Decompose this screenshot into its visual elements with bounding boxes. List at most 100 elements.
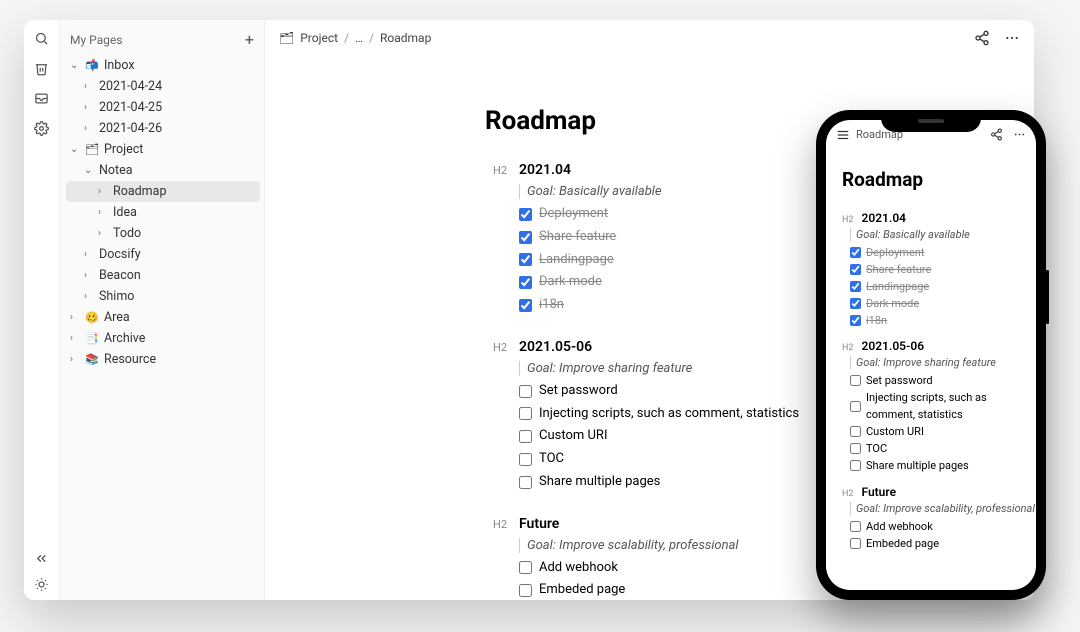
chevron-right-icon[interactable]: ›	[84, 123, 94, 134]
task-checkbox[interactable]	[519, 253, 532, 266]
more-icon[interactable]	[1004, 30, 1020, 46]
sidebar-item[interactable]: › Beacon	[66, 265, 260, 286]
task-checkbox[interactable]	[850, 460, 861, 471]
sidebar-item[interactable]: ›2021-04-24	[66, 76, 260, 97]
task-label: Landingpage	[539, 249, 614, 272]
sidebar-item-label: Beacon	[99, 268, 141, 283]
task-checkbox[interactable]	[519, 584, 532, 597]
task-label: i18n	[539, 294, 564, 317]
sidebar-item[interactable]: ›Idea	[66, 202, 260, 223]
search-icon[interactable]	[34, 30, 50, 46]
chevron-right-icon[interactable]: ›	[84, 102, 94, 113]
share-icon[interactable]	[990, 128, 1003, 141]
phone-notch	[881, 110, 981, 132]
task-label: Share multiple pages	[539, 471, 660, 494]
sidebar-item[interactable]: ›2021-04-25	[66, 97, 260, 118]
task-label: Injecting scripts, such as comment, stat…	[539, 403, 799, 426]
sidebar-item[interactable]: ›2021-04-26	[66, 118, 260, 139]
sidebar-item[interactable]: ›🥴Area	[66, 307, 260, 328]
task-checkbox[interactable]	[519, 231, 532, 244]
task-checkbox[interactable]	[519, 453, 532, 466]
task-checkbox[interactable]	[519, 299, 532, 312]
phone-mockup: Roadmap Roadmap H22021.04Goal: Basically…	[816, 110, 1046, 600]
chevron-right-icon[interactable]: ›	[84, 270, 94, 281]
task-checkbox[interactable]	[850, 264, 861, 275]
task-checkbox[interactable]	[519, 208, 532, 221]
section-heading: Future	[861, 485, 896, 499]
heading-marker: H2	[485, 164, 507, 177]
chevron-right-icon[interactable]: ›	[70, 354, 80, 365]
trash-icon[interactable]	[34, 60, 50, 76]
page-icon: 🗂	[85, 143, 99, 156]
task-checkbox[interactable]	[850, 521, 861, 532]
chevron-down-icon[interactable]: ⌄	[70, 144, 80, 155]
task-checkbox[interactable]	[519, 276, 532, 289]
sidebar-item-label: Notea	[99, 163, 133, 178]
task-label: Landingpage	[866, 278, 929, 295]
more-icon[interactable]	[1013, 128, 1026, 141]
breadcrumb-root[interactable]: Project	[300, 31, 338, 45]
sidebar-item[interactable]: ›📑Archive	[66, 328, 260, 349]
add-page-button[interactable]: +	[245, 30, 254, 49]
task-checkbox[interactable]	[850, 375, 861, 386]
sidebar-item-label: Shimo	[99, 289, 134, 304]
sidebar-item[interactable]: ⌄🗂Project	[66, 139, 260, 160]
chevron-down-icon[interactable]: ⌄	[84, 165, 94, 176]
task-label: Injecting scripts, such as comment, stat…	[866, 389, 1026, 423]
breadcrumb-ellipsis[interactable]: …	[355, 31, 363, 45]
heading-marker: H2	[842, 215, 853, 225]
chevron-right-icon[interactable]: ›	[98, 228, 108, 239]
chevron-right-icon[interactable]: ›	[70, 333, 80, 344]
task-checkbox[interactable]	[850, 426, 861, 437]
task-row: Landingpage	[842, 278, 1036, 295]
task-label: Custom URI	[866, 423, 924, 440]
chevron-right-icon[interactable]: ›	[84, 81, 94, 92]
task-checkbox[interactable]	[850, 298, 861, 309]
gear-icon[interactable]	[34, 120, 50, 136]
theme-icon[interactable]	[34, 576, 50, 592]
sidebar-item-label: Area	[104, 310, 130, 325]
sidebar-item[interactable]: ›Docsify	[66, 244, 260, 265]
collapse-sidebar-icon[interactable]	[34, 550, 50, 566]
task-checkbox[interactable]	[519, 385, 532, 398]
chevron-right-icon[interactable]: ›	[98, 186, 108, 197]
sidebar-item[interactable]: › Shimo	[66, 286, 260, 307]
sidebar-item[interactable]: ›📚Resource	[66, 349, 260, 370]
task-checkbox[interactable]	[519, 476, 532, 489]
sidebar-item[interactable]: › Todo	[66, 223, 260, 244]
heading-marker: H2	[842, 489, 853, 499]
section-heading: Future	[519, 516, 559, 532]
task-label: Share feature	[539, 226, 616, 249]
task-row: Custom URI	[842, 423, 1036, 440]
task-checkbox[interactable]	[519, 430, 532, 443]
task-checkbox[interactable]	[850, 443, 861, 454]
task-checkbox[interactable]	[850, 281, 861, 292]
task-label: Deployment	[866, 244, 924, 261]
breadcrumb-leaf[interactable]: Roadmap	[380, 31, 431, 45]
sidebar-item-label: Todo	[113, 226, 141, 241]
chevron-right-icon[interactable]: ›	[84, 291, 94, 302]
chevron-right-icon[interactable]: ›	[98, 207, 108, 218]
sidebar-item[interactable]: ›Roadmap	[66, 181, 260, 202]
task-checkbox[interactable]	[850, 401, 861, 412]
sidebar: My Pages + ⌄📬Inbox›2021-04-24›2021-04-25…	[60, 20, 265, 600]
task-label: Embeded page	[866, 535, 939, 552]
task-checkbox[interactable]	[850, 538, 861, 549]
task-checkbox[interactable]	[519, 407, 532, 420]
task-checkbox[interactable]	[519, 561, 532, 574]
section-heading: 2021.04	[861, 211, 906, 225]
task-label: Dark mode	[539, 271, 602, 294]
inbox-icon[interactable]	[34, 90, 50, 106]
task-checkbox[interactable]	[850, 247, 861, 258]
task-checkbox[interactable]	[850, 315, 861, 326]
sidebar-item[interactable]: ⌄ Notea	[66, 160, 260, 181]
sidebar-item[interactable]: ⌄📬Inbox	[66, 55, 260, 76]
section-heading: 2021.05-06	[519, 339, 592, 355]
chevron-right-icon[interactable]: ›	[84, 249, 94, 260]
page-icon: 📚	[85, 353, 99, 366]
share-icon[interactable]	[974, 30, 990, 46]
section-goal: Goal: Basically available	[842, 228, 1036, 241]
chevron-down-icon[interactable]: ⌄	[70, 60, 80, 71]
menu-icon[interactable]	[836, 128, 850, 142]
chevron-right-icon[interactable]: ›	[70, 312, 80, 323]
